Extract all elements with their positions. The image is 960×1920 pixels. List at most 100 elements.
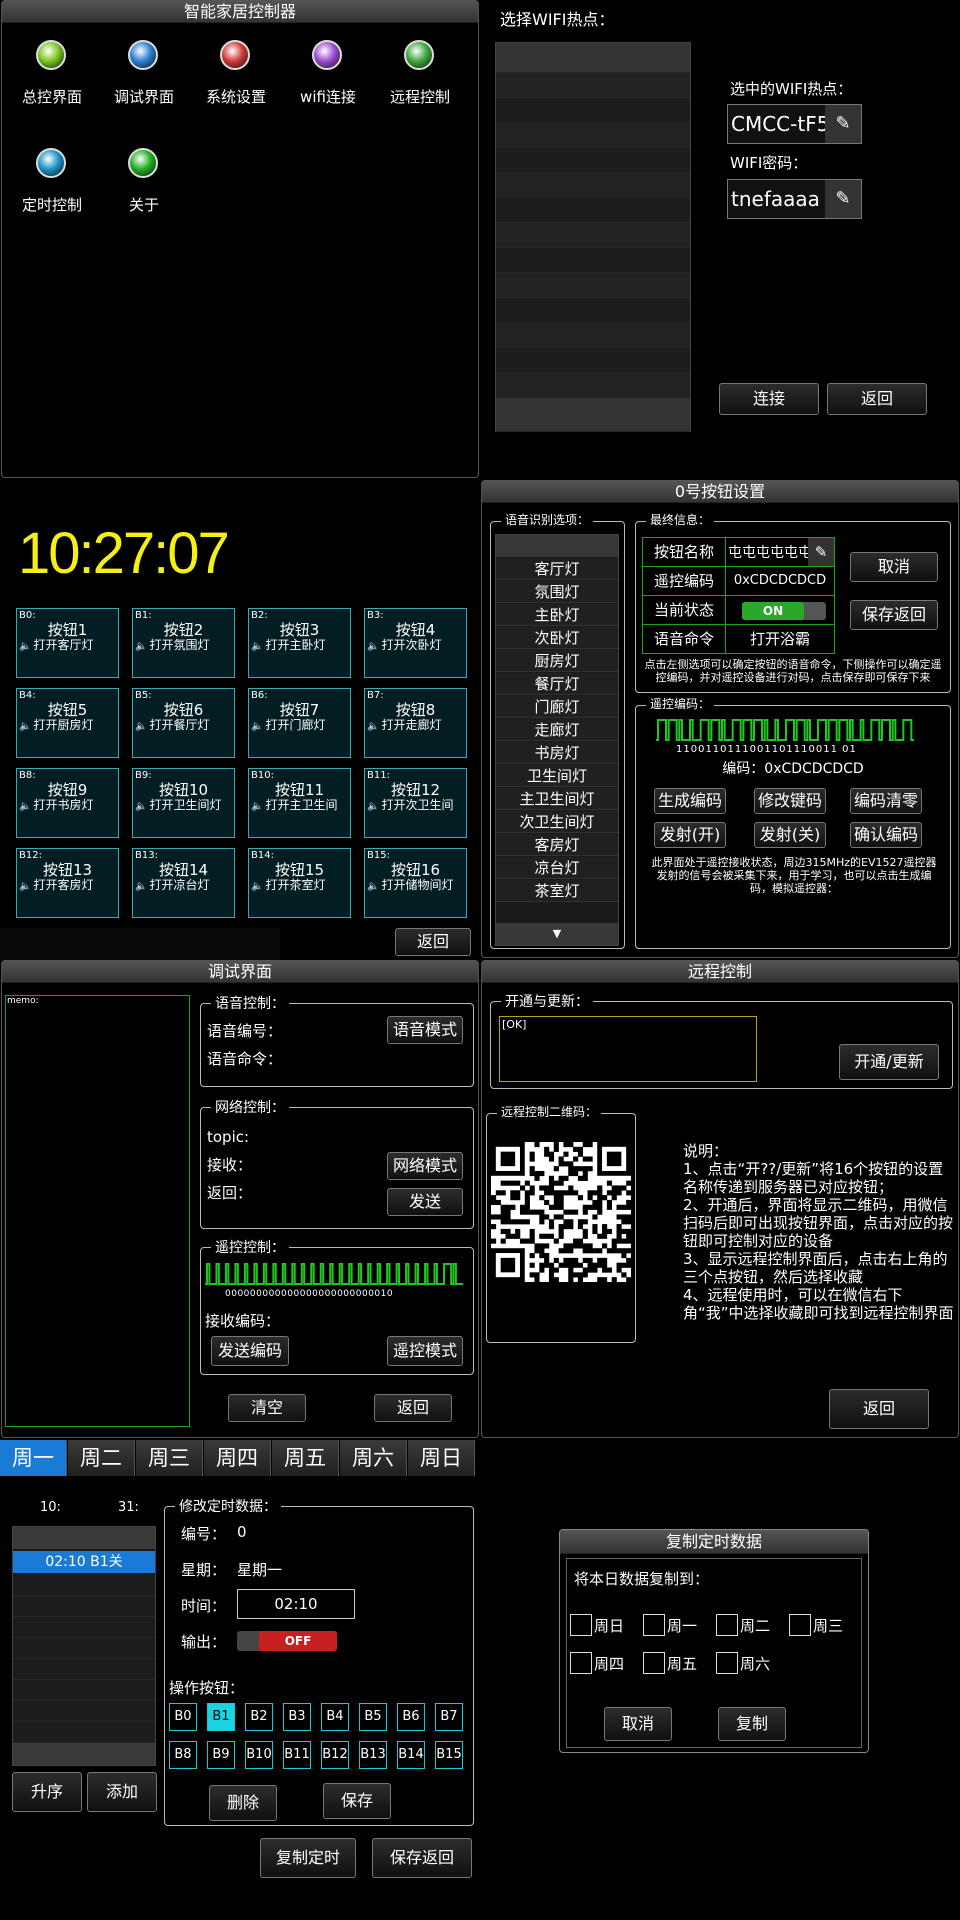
open-update-button[interactable]: 开通/更新 (839, 1044, 939, 1080)
send-code-button[interactable]: 发送编码 (211, 1336, 289, 1366)
control-tile[interactable]: B9: 按钮10 🔈 打开卫生间灯 (132, 768, 235, 838)
remote-mode-button[interactable]: 遥控模式 (387, 1336, 463, 1366)
control-tile[interactable]: B13: 按钮14 🔈 打开凉台灯 (132, 848, 235, 918)
tab-day[interactable]: 周二 (68, 1440, 135, 1476)
btnset-cancel-button[interactable]: 取消 (850, 552, 938, 582)
home-item-label[interactable]: 定时控制 (6, 194, 98, 215)
control-tile[interactable]: B2: 按钮3 🔈 打开主卧灯 (248, 608, 351, 678)
voice-option[interactable]: 主卧灯 (496, 604, 618, 626)
op-button[interactable]: B11 (283, 1741, 311, 1769)
timer-list-row[interactable] (13, 1701, 155, 1722)
voice-option[interactable]: 走廊灯 (496, 719, 618, 741)
voice-option[interactable]: 次卫生间灯 (496, 811, 618, 833)
tab-day[interactable]: 周一 (0, 1440, 67, 1476)
wifi-list-row[interactable] (496, 148, 690, 173)
password-field[interactable]: tnefaaaa ✎ (727, 179, 862, 219)
voice-option[interactable]: 卫生间灯 (496, 765, 618, 787)
modify-code-button[interactable]: 修改键码 (754, 788, 826, 814)
send-on-button[interactable]: 发射(开) (654, 822, 726, 848)
control-tile[interactable]: B6: 按钮7 🔈 打开门廊灯 (248, 688, 351, 758)
control-tile[interactable]: B4: 按钮5 🔈 打开厨房灯 (16, 688, 119, 758)
wifi-icon[interactable] (312, 40, 342, 70)
debug-back-button[interactable]: 返回 (374, 1394, 452, 1422)
control-tile[interactable]: B15: 按钮16 🔈 打开储物间灯 (364, 848, 467, 918)
pencil-icon[interactable]: ✎ (825, 105, 861, 143)
wifi-list-row[interactable] (496, 273, 690, 298)
voice-option[interactable]: 凉台灯 (496, 857, 618, 879)
timer-list-item[interactable]: 02:10 B1关 (13, 1551, 155, 1573)
sort-button[interactable]: 升序 (12, 1772, 82, 1812)
btnset-save-back-button[interactable]: 保存返回 (850, 600, 938, 630)
day-checkbox[interactable] (643, 1614, 665, 1636)
wifi-list-row[interactable] (496, 98, 690, 123)
name-field[interactable]: 屯屯屯屯屯屯 ✎ (725, 537, 835, 567)
pencil-icon[interactable]: ✎ (825, 180, 861, 218)
network-send-button[interactable]: 发送 (387, 1188, 463, 1216)
pencil-icon[interactable]: ✎ (808, 538, 834, 566)
control-tile[interactable]: B10: 按钮11 🔈 打开主卫生间 (248, 768, 351, 838)
delete-button[interactable]: 删除 (209, 1785, 277, 1821)
wifi-list[interactable] (495, 42, 691, 432)
wifi-list-row[interactable] (496, 248, 690, 273)
home-item-label[interactable]: 调试界面 (98, 86, 190, 107)
op-button[interactable]: B14 (397, 1741, 425, 1769)
op-button[interactable]: B0 (169, 1703, 197, 1731)
tab-day[interactable]: 周三 (136, 1440, 203, 1476)
add-button[interactable]: 添加 (87, 1772, 157, 1812)
timer-list-row[interactable] (13, 1638, 155, 1659)
day-checkbox[interactable] (716, 1614, 738, 1636)
voice-option[interactable]: 门廊灯 (496, 696, 618, 718)
wifi-list-row[interactable] (496, 348, 690, 373)
copy-timer-button[interactable]: 复制定时 (260, 1838, 356, 1878)
record-icon[interactable] (220, 40, 250, 70)
timer-save-back-button[interactable]: 保存返回 (372, 1838, 472, 1878)
voice-option[interactable]: 客房灯 (496, 834, 618, 856)
wifi-list-row[interactable] (496, 123, 690, 148)
voice-option[interactable]: 主卫生间灯 (496, 788, 618, 810)
voice-mode-button[interactable]: 语音模式 (387, 1016, 463, 1044)
generate-code-button[interactable]: 生成编码 (654, 788, 726, 814)
network-mode-button[interactable]: 网络模式 (387, 1152, 463, 1180)
ssid-field[interactable]: CMCC-tF56 ✎ (727, 104, 862, 144)
timer-list-row[interactable] (13, 1659, 155, 1680)
op-button[interactable]: B13 (359, 1741, 387, 1769)
remote-back-button[interactable]: 返回 (829, 1389, 929, 1429)
op-button[interactable]: B4 (321, 1703, 349, 1731)
control-back-button[interactable]: 返回 (395, 928, 471, 956)
voice-options-list[interactable]: 客厅灯 氛围灯 主卧灯 次卧灯 厨房灯 餐厅灯 门廊灯 走廊灯 书房灯 卫生间灯 主卫生间灯 次卫生间… (495, 534, 619, 946)
wifi-list-row[interactable] (496, 373, 690, 398)
log-box[interactable]: [OK] (499, 1016, 757, 1082)
control-tile[interactable]: B12: 按钮13 🔈 打开客房灯 (16, 848, 119, 918)
wifi-list-row[interactable] (496, 223, 690, 248)
op-button[interactable]: B9 (207, 1741, 235, 1769)
wifi-list-row[interactable] (496, 73, 690, 98)
op-button[interactable]: B7 (435, 1703, 463, 1731)
wifi-list-row[interactable] (496, 298, 690, 323)
home-item-label[interactable]: wifi连接 (282, 86, 374, 107)
about-icon[interactable] (128, 148, 158, 178)
voice-option[interactable]: 氛围灯 (496, 581, 618, 603)
clock-icon[interactable] (36, 148, 66, 178)
wifi-list-row[interactable] (496, 173, 690, 198)
timer-list[interactable]: 02:10 B1关 (12, 1526, 156, 1766)
control-tile[interactable]: B5: 按钮6 🔈 打开餐厅灯 (132, 688, 235, 758)
home-item-label[interactable]: 远程控制 (374, 86, 466, 107)
day-checkbox[interactable] (570, 1614, 592, 1636)
memo-box[interactable]: memo: (5, 995, 190, 1427)
op-button[interactable]: B2 (245, 1703, 273, 1731)
tab-day[interactable]: 周六 (340, 1440, 407, 1476)
time-field[interactable]: 02:10 (237, 1589, 355, 1619)
clear-button[interactable]: 清空 (228, 1394, 306, 1422)
day-checkbox[interactable] (570, 1652, 592, 1674)
control-tile[interactable]: B0: 按钮1 🔈 打开客厅灯 (16, 608, 119, 678)
wifi-list-row[interactable] (496, 198, 690, 223)
home-item-label[interactable]: 系统设置 (190, 86, 282, 107)
voice-option[interactable]: 厨房灯 (496, 650, 618, 672)
wifi-back-button[interactable]: 返回 (827, 383, 927, 415)
op-button[interactable]: B6 (397, 1703, 425, 1731)
copy-cancel-button[interactable]: 取消 (604, 1707, 672, 1741)
clear-code-button[interactable]: 编码清零 (850, 788, 922, 814)
control-tile[interactable]: B8: 按钮9 🔈 打开书房灯 (16, 768, 119, 838)
camera-icon[interactable] (128, 40, 158, 70)
tab-day[interactable]: 周日 (408, 1440, 475, 1476)
